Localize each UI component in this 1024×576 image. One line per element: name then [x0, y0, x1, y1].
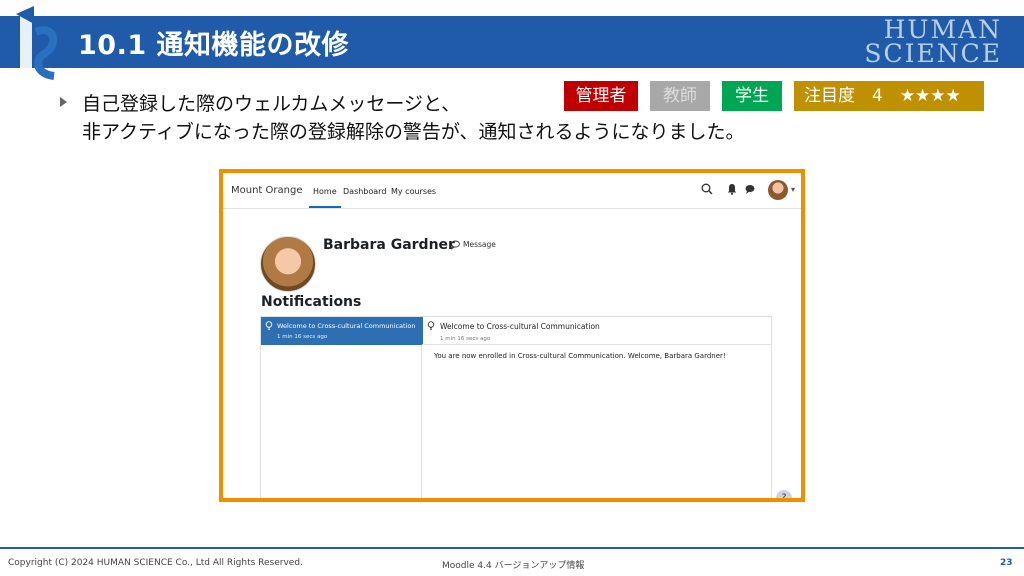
nav-my-courses[interactable]: My courses: [391, 187, 436, 196]
tag-attention-rating: 注目度 4 ★★★★: [794, 81, 984, 111]
notification-detail-title: Welcome to Cross-cultural Communication: [440, 322, 600, 331]
notification-detail: Welcome to Cross-cultural Communication …: [422, 316, 772, 498]
lightbulb-icon: [427, 321, 435, 331]
bullet-text-line-2: 非アクティブになった際の登録解除の警告が、通知されるようになりました。: [82, 121, 745, 143]
footer-divider: [0, 547, 1024, 549]
bullet-text-line-1: 自己登録した際のウェルカムメッセージと、: [82, 93, 461, 115]
footer-title: Moodle 4.4 バージョンアップ情報: [442, 561, 585, 571]
nav-dashboard[interactable]: Dashboard: [343, 187, 386, 196]
tag-student: 学生: [722, 81, 782, 111]
notification-detail-body: You are now enrolled in Cross-cultural C…: [434, 352, 726, 360]
notifications-heading: Notifications: [261, 294, 362, 310]
page-number: 23: [1000, 558, 1013, 568]
notification-detail-time: 1 min 16 secs ago: [440, 336, 491, 342]
notification-list-item-time: 1 min 16 secs ago: [277, 334, 328, 340]
slide-title: 10.1 通知機能の改修: [78, 30, 350, 61]
bullet-arrow-icon: [60, 97, 67, 107]
company-logo-icon: [16, 6, 58, 80]
footer-copyright: Copyright (C) 2024 HUMAN SCIENCE Co., Lt…: [8, 558, 303, 568]
search-icon[interactable]: [700, 182, 714, 196]
message-button[interactable]: Message: [463, 240, 496, 249]
chevron-down-icon[interactable]: ▾: [791, 185, 795, 194]
notification-detail-header: Welcome to Cross-cultural Communication …: [422, 317, 772, 345]
notification-list-item[interactable]: Welcome to Cross-cultural Communication …: [261, 317, 423, 345]
profile-picture: [260, 236, 316, 292]
bell-icon[interactable]: [725, 182, 739, 196]
brand-line-2: SCIENCE: [864, 39, 1002, 68]
site-name[interactable]: Mount Orange: [231, 185, 302, 196]
lightbulb-icon: [265, 321, 273, 331]
nav-home[interactable]: Home: [313, 187, 337, 196]
moodle-screenshot: Mount Orange Home Dashboard My courses ▾…: [219, 169, 805, 502]
nav-active-indicator: [309, 206, 341, 208]
brand-wordmark: HUMAN SCIENCE: [864, 17, 1002, 68]
tag-admin: 管理者: [564, 81, 638, 111]
message-icon[interactable]: [450, 239, 461, 250]
moodle-navbar: Mount Orange Home Dashboard My courses ▾: [223, 173, 801, 209]
notification-list: Welcome to Cross-cultural Communication …: [260, 316, 423, 498]
profile-name: Barbara Gardner: [323, 237, 455, 253]
notification-list-item-title: Welcome to Cross-cultural Communication: [277, 322, 416, 330]
tag-teacher: 教師: [650, 81, 710, 111]
help-button[interactable]: ?: [776, 490, 792, 498]
user-avatar[interactable]: [768, 180, 788, 200]
chat-icon[interactable]: [743, 182, 757, 196]
